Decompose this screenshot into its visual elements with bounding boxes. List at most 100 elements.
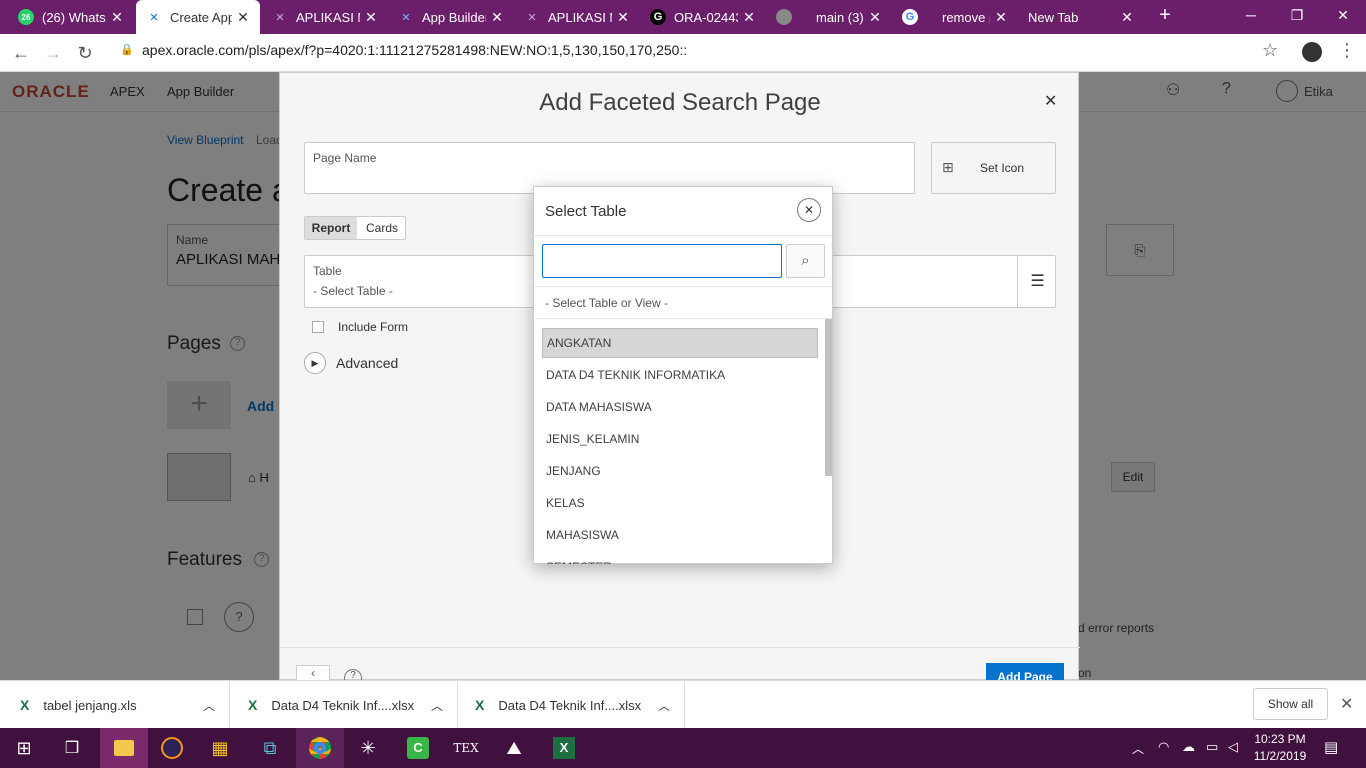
app-icon-yellow[interactable]: ▦: [196, 728, 244, 768]
scrollbar-thumb[interactable]: [825, 319, 832, 476]
download-item-1[interactable]: X tabel jenjang.xls ︿: [20, 681, 230, 729]
tab-main-pdf[interactable]: main (3).pdf ✕: [766, 0, 892, 34]
close-icon[interactable]: ✕: [1120, 9, 1134, 26]
tab-label: ORA-02443: [674, 9, 738, 25]
clock-time[interactable]: 10:23 PM: [1250, 732, 1310, 746]
notification-icon[interactable]: ▤: [1324, 738, 1338, 756]
report-cards-toggle: Report Cards: [304, 216, 406, 240]
url-field[interactable]: apex.oracle.com/pls/apex/f?p=4020:1:1112…: [142, 42, 687, 58]
table-list: ANGKATAN DATA D4 TEKNIK INFORMATIKA DATA…: [534, 319, 832, 564]
advanced-label[interactable]: Advanced: [336, 355, 398, 371]
chevron-up-icon[interactable]: ︿: [203, 697, 215, 714]
close-icon[interactable]: ✕: [1044, 91, 1057, 111]
camtasia-icon[interactable]: C: [394, 728, 442, 768]
spider-app-icon[interactable]: ✳: [344, 728, 392, 768]
tex-icon[interactable]: TEX: [442, 728, 490, 768]
tab-label: New Tab: [1028, 9, 1079, 25]
close-icon[interactable]: ✕: [110, 9, 124, 26]
close-icon[interactable]: ✕: [994, 9, 1008, 26]
list-item-jenis-kelamin[interactable]: JENIS_KELAMIN: [542, 424, 818, 454]
tab-label: remove prir: [942, 9, 990, 25]
address-bar: ← → ↻ 🔒 apex.oracle.com/pls/apex/f?p=402…: [0, 34, 1366, 72]
close-icon[interactable]: ✕: [236, 9, 250, 26]
network-error-icon[interactable]: ☁: [1182, 739, 1195, 755]
close-icon[interactable]: ✕: [1340, 694, 1353, 714]
download-item-2[interactable]: X Data D4 Teknik Inf....xlsx ︿: [248, 681, 458, 729]
set-icon-button[interactable]: ⊞ Set Icon: [931, 142, 1056, 194]
include-form-checkbox[interactable]: [312, 321, 324, 333]
list-item-angkatan[interactable]: ANGKATAN: [542, 328, 818, 358]
avatar[interactable]: [1302, 42, 1322, 62]
star-icon[interactable]: ☆: [1262, 40, 1278, 61]
table-search-icon: ⊞: [942, 159, 954, 175]
list-item-semester[interactable]: SEMESTER: [542, 552, 818, 564]
expand-icon[interactable]: ▶: [304, 352, 326, 374]
chrome-icon[interactable]: [296, 728, 344, 768]
tab-create-app[interactable]: ✕ Create App ✕: [136, 0, 260, 34]
tab-whatsapp[interactable]: 26 (26) WhatsA ✕: [8, 0, 134, 34]
table-label: Table: [313, 264, 342, 278]
list-item-data-d4[interactable]: DATA D4 TEKNIK INFORMATIKA: [542, 360, 818, 390]
chevron-up-icon[interactable]: ︿: [658, 697, 670, 714]
photos-icon[interactable]: ⛰: [490, 728, 538, 768]
whatsapp-icon: 26: [18, 9, 34, 25]
eclipse-icon[interactable]: [148, 728, 196, 768]
close-icon[interactable]: ✕: [490, 9, 504, 26]
windows-taskbar: ⊞ ❒ ▦ ⧉ ✳ C TEX ⛰ X ︿ ◠ ☁ ▭ ◁ 10:23 PM 1…: [0, 728, 1366, 768]
restore-icon[interactable]: ❐: [1274, 0, 1320, 30]
close-icon[interactable]: ✕: [364, 9, 378, 26]
tab-cards[interactable]: Cards: [357, 217, 407, 239]
reload-icon[interactable]: ↻: [72, 40, 98, 66]
list-item-jenjang[interactable]: JENJANG: [542, 456, 818, 486]
tab-app-builder[interactable]: ✕ App Builder ✕: [388, 0, 514, 34]
show-all-button[interactable]: Show all: [1253, 688, 1328, 720]
volume-icon[interactable]: ◁: [1228, 739, 1238, 755]
apex-icon: ✕: [527, 11, 537, 24]
select-table-or-view-option[interactable]: - Select Table or View -: [545, 296, 668, 310]
excel-file-icon: X: [248, 697, 258, 713]
tab-aplikasi-1[interactable]: ✕ APLIKASI M ✕: [262, 0, 388, 34]
list-item-mahasiswa[interactable]: MAHASISWA: [542, 520, 818, 550]
search-icon[interactable]: ⌕: [786, 244, 825, 278]
search-input[interactable]: [542, 244, 782, 278]
task-view-icon[interactable]: ❒: [48, 728, 96, 768]
wifi-icon[interactable]: ◠: [1158, 739, 1169, 755]
list-icon[interactable]: ☰: [1017, 256, 1057, 307]
list-item-kelas[interactable]: KELAS: [542, 488, 818, 518]
excel-icon[interactable]: X: [540, 728, 588, 768]
tab-report[interactable]: Report: [305, 217, 357, 239]
window-close-icon[interactable]: ✕: [1320, 0, 1366, 30]
menu-icon[interactable]: ⋮: [1338, 40, 1356, 61]
close-icon[interactable]: ✕: [616, 9, 630, 26]
back-icon[interactable]: ←: [8, 40, 34, 66]
apex-icon: ✕: [275, 11, 285, 24]
add-page-button[interactable]: Add Page: [986, 663, 1064, 681]
new-tab-button[interactable]: +: [1142, 0, 1188, 30]
close-icon[interactable]: ✕: [797, 198, 821, 222]
minimize-icon[interactable]: ─: [1228, 0, 1274, 30]
clock-date[interactable]: 11/2/2019: [1250, 749, 1310, 763]
popup-title: Select Table: [545, 203, 627, 220]
lock-icon: 🔒: [120, 44, 134, 56]
start-icon[interactable]: ⊞: [0, 728, 48, 768]
network-app-icon[interactable]: ⧉: [246, 728, 294, 768]
apex-icon: ✕: [401, 11, 411, 24]
tab-ora[interactable]: G ORA-02443 ✕: [640, 0, 766, 34]
tab-label: App Builder: [422, 9, 486, 25]
tab-remove[interactable]: G remove prir ✕: [892, 0, 1018, 34]
chevron-up-icon[interactable]: ︿: [1132, 740, 1144, 757]
file-explorer-icon[interactable]: [100, 728, 148, 768]
tab-label: Create App: [170, 9, 232, 25]
forward-icon[interactable]: →: [40, 40, 66, 66]
list-item-data-mahasiswa[interactable]: DATA MAHASISWA: [542, 392, 818, 422]
tab-new-tab[interactable]: New Tab ✕: [1018, 0, 1144, 34]
tab-aplikasi-2[interactable]: ✕ APLIKASI M ✕: [514, 0, 640, 34]
dialog-divider: [280, 647, 1080, 648]
close-icon[interactable]: ✕: [742, 9, 756, 26]
chevron-up-icon[interactable]: ︿: [431, 697, 443, 714]
globe-icon: [776, 9, 792, 25]
battery-icon[interactable]: ▭: [1206, 739, 1218, 755]
download-item-3[interactable]: X Data D4 Teknik Inf....xlsx ︿: [475, 681, 685, 729]
close-icon[interactable]: ✕: [868, 9, 882, 26]
apex-icon: ✕: [149, 11, 159, 24]
